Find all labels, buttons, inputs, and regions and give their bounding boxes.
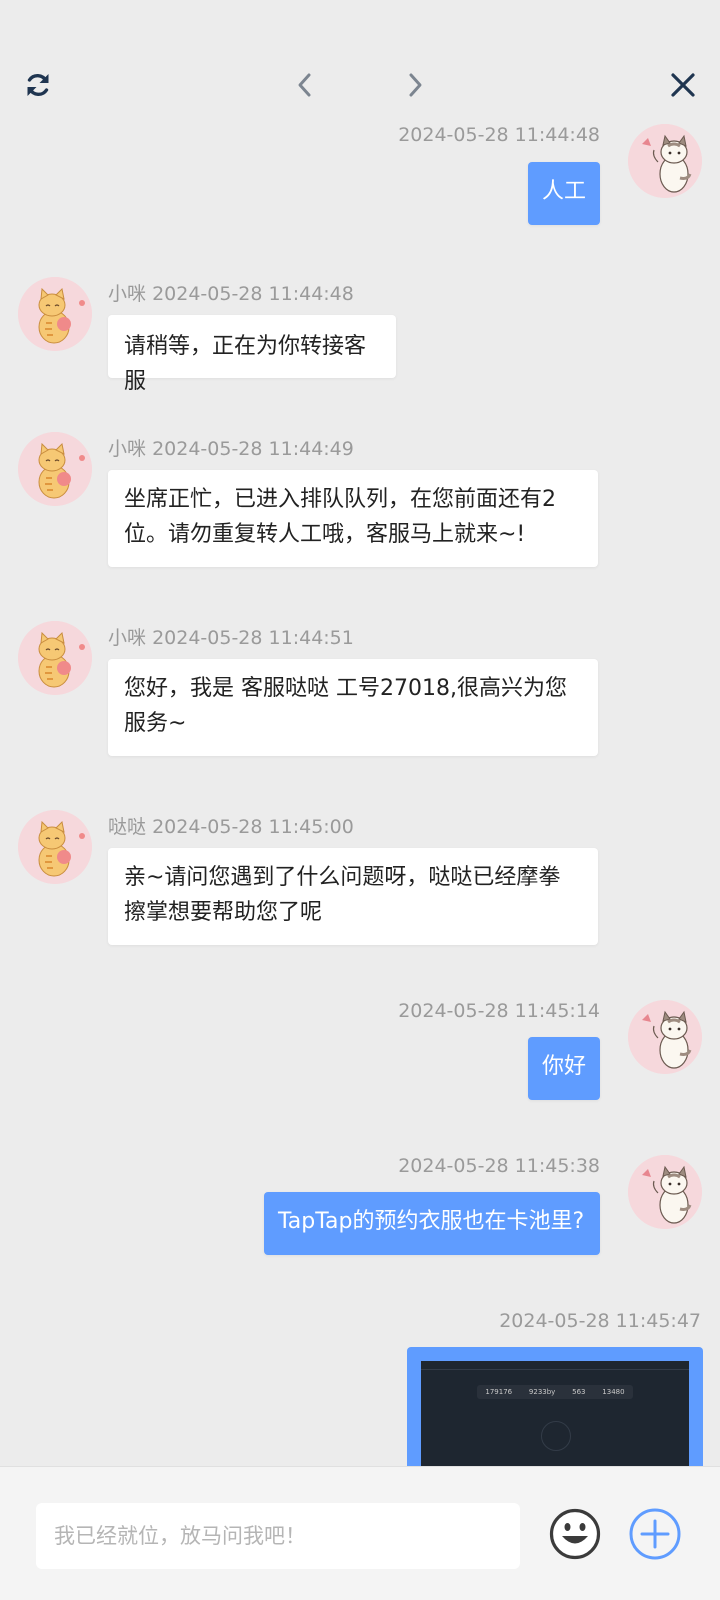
chevron-left-icon — [298, 73, 311, 97]
composer-bar — [0, 1466, 720, 1600]
screenshot-image[interactable]: 179176 9233by 563 13480 — [421, 1361, 689, 1466]
next-button[interactable] — [390, 60, 440, 110]
message-header: 哒哒 2024-05-28 11:45:00 — [108, 812, 354, 839]
cat-avatar-icon — [628, 1000, 702, 1074]
sender-name: 哒哒 — [108, 816, 147, 838]
message-header: 小咪 2024-05-28 11:44:48 — [108, 279, 354, 306]
close-icon — [671, 73, 695, 97]
message-timestamp: 2024-05-28 11:44:48 — [152, 283, 354, 305]
user-avatar[interactable] — [628, 1155, 702, 1229]
emoji-button[interactable] — [548, 1507, 602, 1561]
image-stat: 9233by — [528, 1388, 556, 1396]
message-bubble[interactable]: 人工 — [528, 162, 600, 225]
orange-cat-avatar-icon — [18, 621, 92, 695]
agent-avatar[interactable] — [18, 277, 92, 351]
message-bubble[interactable]: 你好 — [528, 1037, 600, 1100]
image-stat: 179176 — [485, 1388, 513, 1396]
image-divider — [421, 1369, 689, 1370]
top-bar — [0, 60, 720, 110]
sender-name: 小咪 — [108, 283, 147, 305]
orange-cat-avatar-icon — [18, 810, 92, 884]
user-avatar[interactable] — [628, 124, 702, 198]
chevron-right-icon — [409, 73, 422, 97]
message-list[interactable]: 2024-05-28 11:44:48 人工 小咪 2024-05-28 11:… — [0, 110, 720, 1466]
message-bubble[interactable]: 您好，我是 客服哒哒 工号27018,很高兴为您服务~ — [108, 659, 598, 756]
close-button[interactable] — [658, 60, 708, 110]
user-avatar[interactable] — [628, 1000, 702, 1074]
agent-avatar[interactable] — [18, 621, 92, 695]
plus-icon — [629, 1508, 681, 1560]
prev-button[interactable] — [280, 60, 330, 110]
image-stat-bar: 179176 9233by 563 13480 — [477, 1385, 633, 1399]
message-input[interactable] — [36, 1503, 520, 1569]
sender-name: 小咪 — [108, 438, 147, 460]
image-stat: 563 — [572, 1388, 586, 1396]
chat-screen: 2024-05-28 11:44:48 人工 小咪 2024-05-28 11:… — [0, 0, 720, 1600]
agent-avatar[interactable] — [18, 810, 92, 884]
message-timestamp: 2024-05-28 11:45:47 — [499, 1310, 701, 1332]
image-circle — [541, 1421, 571, 1451]
message-timestamp: 2024-05-28 11:45:00 — [152, 816, 354, 838]
refresh-icon — [27, 73, 49, 97]
agent-avatar[interactable] — [18, 432, 92, 506]
message-bubble[interactable]: 亲~请问您遇到了什么问题呀，哒哒已经摩拳擦掌想要帮助您了呢 — [108, 848, 598, 945]
emoji-icon — [549, 1508, 601, 1560]
message-bubble[interactable]: 坐席正忙，已进入排队队列，在您前面还有2位。请勿重复转人工哦，客服马上就来~! — [108, 470, 598, 567]
image-stat: 13480 — [602, 1388, 625, 1396]
orange-cat-avatar-icon — [18, 432, 92, 506]
cat-avatar-icon — [628, 1155, 702, 1229]
image-bubble[interactable]: 179176 9233by 563 13480 — [407, 1347, 703, 1466]
message-timestamp: 2024-05-28 11:44:51 — [152, 627, 354, 649]
cat-avatar-icon — [628, 124, 702, 198]
add-attachment-button[interactable] — [628, 1507, 682, 1561]
refresh-button[interactable] — [13, 60, 63, 110]
message-timestamp: 2024-05-28 11:45:14 — [398, 1000, 600, 1022]
message-header: 小咪 2024-05-28 11:44:51 — [108, 623, 354, 650]
message-bubble[interactable]: 请稍等，正在为你转接客服 — [108, 315, 396, 394]
message-bubble[interactable]: TapTap的预约衣服也在卡池里? — [264, 1192, 600, 1255]
message-timestamp: 2024-05-28 11:44:49 — [152, 438, 354, 460]
message-timestamp: 2024-05-28 11:45:38 — [398, 1155, 600, 1177]
message-header: 小咪 2024-05-28 11:44:49 — [108, 434, 354, 461]
sender-name: 小咪 — [108, 627, 147, 649]
message-timestamp: 2024-05-28 11:44:48 — [398, 124, 600, 146]
orange-cat-avatar-icon — [18, 277, 92, 351]
